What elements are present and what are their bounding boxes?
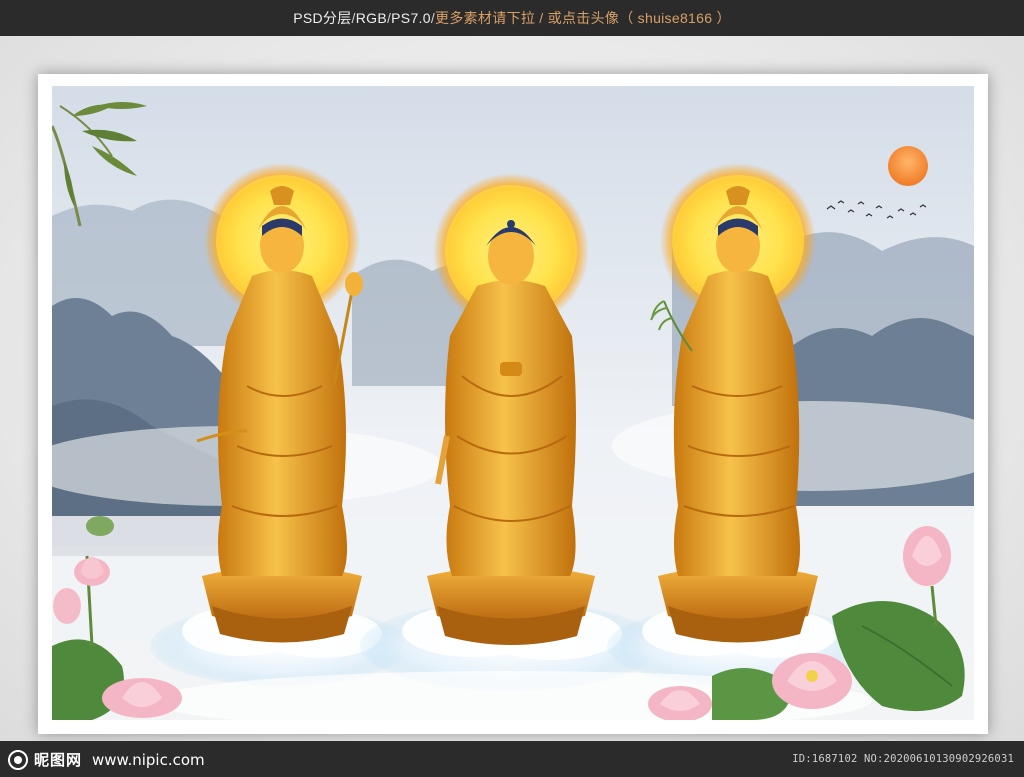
artwork-illustration [52,86,974,720]
statue-left [196,163,363,643]
header-version: PS7.0 [391,10,431,26]
header-format: PSD分层 [293,10,352,26]
statue-center [427,173,595,645]
header-promo[interactable]: 更多素材请下拉 / 或点击头像 [435,8,619,28]
picture-frame [38,74,988,734]
site-url[interactable]: www.nipic.com [92,751,205,769]
header-author[interactable]: （ shuise8166 ） [619,8,731,28]
preview-stage [0,36,1024,741]
artwork [52,86,974,720]
site-name: 昵图网 [34,751,83,769]
header-color-mode: RGB [355,10,387,26]
nipic-logo-icon [8,749,28,770]
site-logo[interactable]: 昵图网 www.nipic.com [8,749,205,770]
footer-bar: 昵图网 www.nipic.com ID:1687102 NO:20200610… [0,741,1024,777]
sun-icon [888,146,928,186]
image-id-line: ID:1687102 NO:20200610130902926031 [792,753,1014,765]
header-bar: PSD分层 / RGB / PS7.0 / 更多素材请下拉 / 或点击头像 （ … [0,0,1024,36]
